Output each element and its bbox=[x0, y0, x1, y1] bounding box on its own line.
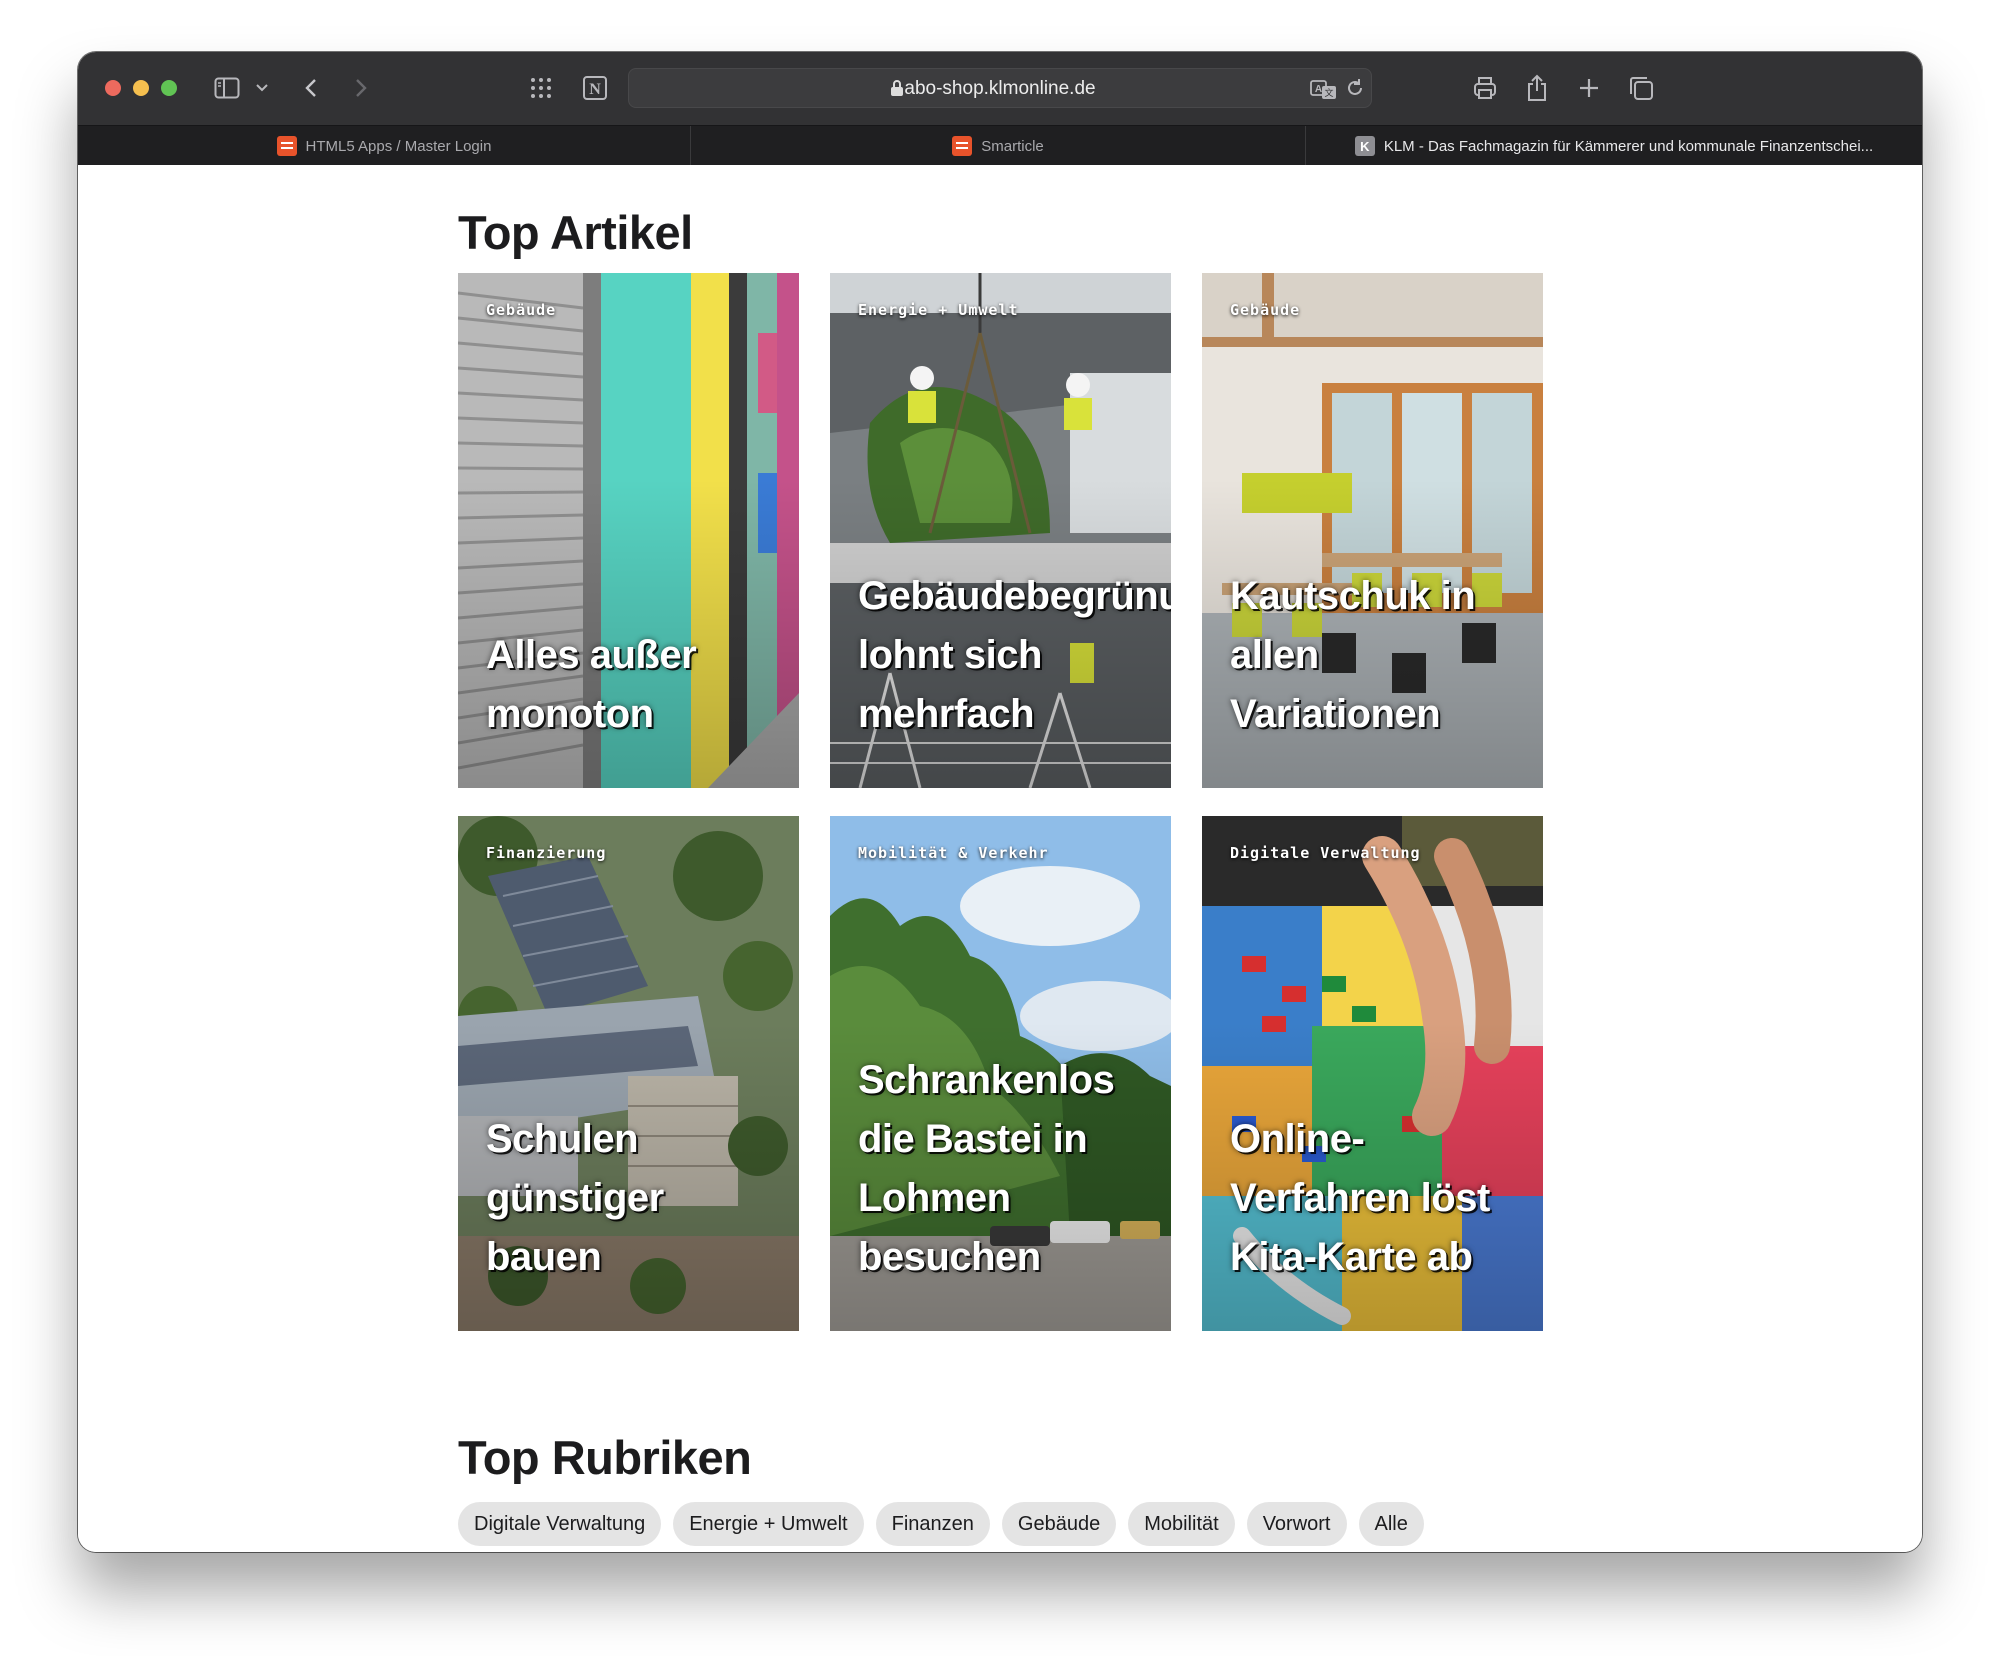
category-chips: Digitale Verwaltung Energie + Umwelt Fin… bbox=[458, 1502, 1424, 1546]
tab-smarticle[interactable]: Smarticle bbox=[691, 126, 1305, 166]
zoom-window-button[interactable] bbox=[161, 80, 177, 96]
tab-label: HTML5 Apps / Master Login bbox=[305, 137, 492, 155]
article-card[interactable]: Digitale Verwaltung Online-Verfahren lös… bbox=[1202, 816, 1543, 1331]
article-headline: Schrankenlos die Bastei in Lohmen besuch… bbox=[858, 1058, 1115, 1279]
article-category: Gebäude bbox=[1230, 301, 1301, 319]
article-headline: Alles außer monoton bbox=[486, 633, 697, 736]
article-headline: Online-Verfahren löst Kita-Karte ab bbox=[1230, 1117, 1490, 1279]
article-card[interactable]: Finanzierung Schulen günstiger bauen bbox=[458, 816, 799, 1331]
article-category: Energie + Umwelt bbox=[858, 301, 1019, 319]
svg-text:A: A bbox=[1315, 84, 1322, 95]
article-category: Mobilität & Verkehr bbox=[858, 844, 1049, 862]
top-rubriken-heading: Top Rubriken bbox=[458, 1431, 752, 1484]
notion-icon[interactable]: N bbox=[581, 72, 609, 104]
lock-icon bbox=[890, 79, 904, 102]
tab-overview-icon[interactable] bbox=[1626, 72, 1656, 104]
chip-digitale-verwaltung[interactable]: Digitale Verwaltung bbox=[458, 1502, 662, 1546]
tab-html5-apps[interactable]: HTML5 Apps / Master Login bbox=[78, 126, 690, 166]
tab-klm[interactable]: K KLM - Das Fachmagazin für Kämmerer und… bbox=[1306, 126, 1922, 166]
html5-apps-favicon bbox=[276, 136, 297, 156]
chip-vorwort[interactable]: Vorwort bbox=[1246, 1502, 1347, 1546]
article-headline: Schulen günstiger bauen bbox=[486, 1117, 664, 1279]
chip-gebaeude[interactable]: Gebäude bbox=[1001, 1502, 1117, 1546]
article-category: Finanzierung bbox=[486, 844, 607, 862]
new-tab-icon[interactable] bbox=[1576, 72, 1602, 104]
tab-label: Smarticle bbox=[981, 137, 1044, 155]
article-card[interactable]: Mobilität & Verkehr Schrankenlos die Bas… bbox=[830, 816, 1171, 1331]
grid-icon[interactable] bbox=[528, 72, 554, 104]
sidebar-icon[interactable] bbox=[212, 72, 242, 104]
article-headline: Kautschuk in allen Variationen bbox=[1230, 574, 1476, 736]
klm-favicon: K bbox=[1354, 136, 1375, 156]
back-icon[interactable] bbox=[300, 72, 322, 104]
top-artikel-heading: Top Artikel bbox=[458, 206, 693, 259]
chip-finanzen[interactable]: Finanzen bbox=[875, 1502, 990, 1546]
translate-icon[interactable]: A文 bbox=[1310, 74, 1338, 106]
article-headline: Gebäudebegrünung lohnt sich mehrfach bbox=[858, 574, 1171, 736]
forward-icon[interactable] bbox=[350, 72, 372, 104]
chip-mobilitaet[interactable]: Mobilität bbox=[1128, 1502, 1235, 1546]
reload-icon[interactable] bbox=[1344, 72, 1366, 104]
minimize-window-button[interactable] bbox=[133, 80, 149, 96]
article-card[interactable]: Gebäude Alles außer monoton bbox=[458, 273, 799, 788]
browser-window: N abo-shop.klmonline.de A文 HTML5 Apps / … bbox=[78, 52, 1922, 1552]
article-card[interactable]: Energie + Umwelt Gebäudebegrünung lohnt … bbox=[830, 273, 1171, 788]
svg-text:N: N bbox=[589, 81, 601, 98]
share-icon[interactable] bbox=[1524, 72, 1550, 104]
chip-energie-umwelt[interactable]: Energie + Umwelt bbox=[673, 1502, 864, 1546]
close-window-button[interactable] bbox=[105, 80, 121, 96]
svg-text:文: 文 bbox=[1324, 87, 1333, 99]
article-category: Digitale Verwaltung bbox=[1230, 844, 1421, 862]
url-text: abo-shop.klmonline.de bbox=[904, 78, 1096, 99]
smarticle-favicon bbox=[952, 136, 973, 156]
chevron-down-icon[interactable] bbox=[254, 72, 270, 104]
article-card[interactable]: Gebäude Kautschuk in allen Variationen bbox=[1202, 273, 1543, 788]
page-content: Top Artikel Gebäude Alles außer monoton … bbox=[78, 165, 1922, 1552]
tab-bar: HTML5 Apps / Master Login Smarticle K KL… bbox=[78, 125, 1922, 166]
browser-toolbar: N abo-shop.klmonline.de A文 bbox=[78, 52, 1922, 125]
chip-alle[interactable]: Alle bbox=[1358, 1502, 1424, 1546]
tab-label: KLM - Das Fachmagazin für Kämmerer und k… bbox=[1383, 137, 1874, 155]
print-icon[interactable] bbox=[1470, 72, 1500, 104]
article-category: Gebäude bbox=[486, 301, 557, 319]
address-bar[interactable]: abo-shop.klmonline.de bbox=[628, 68, 1372, 108]
